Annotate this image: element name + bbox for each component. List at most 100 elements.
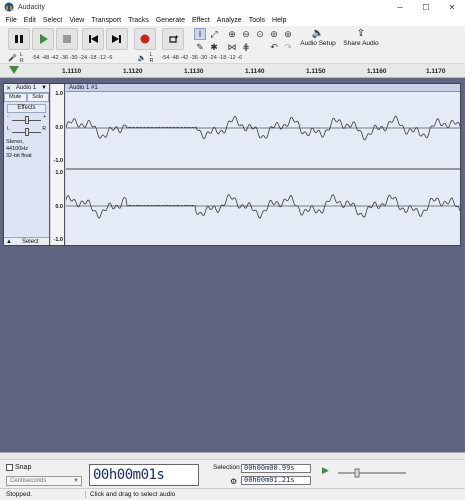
record-meter-lr: L R xyxy=(19,52,24,64)
track-select-bar: ▲ Select xyxy=(4,237,49,245)
time-display[interactable]: 00h00m01s xyxy=(89,464,199,486)
status-hint: Click and drag to select audio xyxy=(90,491,176,498)
gain-slider-thumb[interactable] xyxy=(25,116,29,124)
menu-help[interactable]: Help xyxy=(269,17,290,24)
horizontal-scrollbar[interactable] xyxy=(0,452,465,459)
pan-slider[interactable]: L R xyxy=(7,126,46,137)
track-name: Audio 1 xyxy=(15,85,37,91)
snap-checkbox-box[interactable] xyxy=(6,464,13,471)
gear-icon[interactable]: ⚙ xyxy=(230,477,237,486)
stop-button[interactable] xyxy=(56,28,78,50)
menu-tools[interactable]: Tools xyxy=(245,17,268,24)
play-head-marker-icon[interactable] xyxy=(9,66,19,74)
share-audio-button[interactable]: ⇪ Share Audio xyxy=(342,28,380,47)
envelope-tool-icon[interactable]: ⤢ xyxy=(208,28,220,40)
maximize-button[interactable]: ☐ xyxy=(413,0,439,14)
gain-plus-label: + xyxy=(43,114,46,120)
selection-label: Selection xyxy=(213,464,240,471)
menu-analyze[interactable]: Analyze xyxy=(213,17,245,24)
snap-checkbox[interactable]: Snap xyxy=(6,464,31,471)
menu-effect[interactable]: Effect xyxy=(189,17,214,24)
track-bitdepth: 32-bit float xyxy=(6,153,32,159)
window-title: Audacity xyxy=(18,3,45,11)
scale-top-left: 1.0 xyxy=(55,91,63,97)
record-button[interactable] xyxy=(134,28,156,50)
scale-mid-right: 0.0 xyxy=(55,204,63,210)
menu-generate[interactable]: Generate xyxy=(152,17,188,24)
collapse-arrow-icon[interactable]: ▲ xyxy=(6,239,12,245)
menu-bar: File Edit Select View Transport Tracks G… xyxy=(0,14,465,26)
title-bar: Audacity ─ ☐ ✕ xyxy=(0,0,465,14)
gain-minus-label: - xyxy=(7,114,9,120)
loop-button[interactable] xyxy=(162,28,184,50)
track-name-bar[interactable]: ✕ Audio 1 ▼ xyxy=(4,84,49,93)
audio-setup-button[interactable]: 🔈 Audio Setup xyxy=(300,28,336,47)
pan-slider-thumb[interactable] xyxy=(25,128,29,136)
amplitude-ruler[interactable]: 1.0 0.0 -1.0 1.0 0.0 -1.0 xyxy=(51,84,65,245)
waveform[interactable] xyxy=(66,92,460,245)
play-at-speed-icon[interactable]: ▶ xyxy=(322,465,329,476)
skip-to-start-button[interactable] xyxy=(82,28,104,50)
selection-start-field[interactable]: 00h00m00.99s xyxy=(241,464,311,473)
gain-slider[interactable]: - + xyxy=(7,114,46,125)
menu-view[interactable]: View xyxy=(66,17,88,24)
scale-bottom-right: -1.0 xyxy=(53,237,63,243)
ruler-tick: 1.1170 xyxy=(426,68,446,75)
effects-button[interactable]: Effects xyxy=(7,104,46,113)
share-icon: ⇪ xyxy=(356,28,366,39)
playback-meter-lr: L R xyxy=(149,52,154,64)
ruler-tick: 1.1140 xyxy=(245,68,265,75)
audio-clip[interactable]: Audio 1 #1 xyxy=(66,84,460,245)
menu-tracks[interactable]: Tracks xyxy=(125,17,153,24)
scale-top-right: 1.0 xyxy=(55,170,63,176)
skip-end-icon xyxy=(112,35,121,43)
fit-project-icon[interactable]: ⊚ xyxy=(268,28,280,40)
solo-button[interactable]: Solo xyxy=(26,93,49,102)
zoom-toggle-icon[interactable]: ⊛ xyxy=(282,28,294,40)
playback-speed-slider[interactable] xyxy=(336,467,408,479)
audio-setup-label: Audio Setup xyxy=(300,40,336,47)
menu-transport[interactable]: Transport xyxy=(88,17,125,24)
skip-to-end-button[interactable] xyxy=(106,28,128,50)
ruler-tick: 1.1160 xyxy=(367,68,387,75)
selection-tool-icon[interactable]: I xyxy=(194,28,206,40)
track-info: Stereo, 44100Hz 32-bit float xyxy=(4,137,49,162)
selection-end-field[interactable]: 00h00m01.21s xyxy=(241,476,311,485)
track-control-panel: ✕ Audio 1 ▼ Mute Solo Effects - + L R St… xyxy=(4,84,50,245)
record-meter-scale[interactable]: -54 -48 -42 -36 -30 -24 -18 -12 -6 xyxy=(32,55,124,61)
playback-meter-scale[interactable]: -54 -48 -42 -36 -30 -24 -18 -12 -6 xyxy=(161,55,253,61)
track-close-icon[interactable]: ✕ xyxy=(6,85,11,92)
fit-selection-icon[interactable]: ⊙ xyxy=(254,28,266,40)
dropdown-arrow-icon: ▼ xyxy=(73,478,79,484)
snap-unit-value: Centiseconds xyxy=(10,478,47,484)
menu-file[interactable]: File xyxy=(2,17,20,24)
clip-title[interactable]: Audio 1 #1 xyxy=(66,84,460,92)
ruler-tick: 1.1110 xyxy=(62,68,82,75)
zoom-out-icon[interactable]: ⊖ xyxy=(240,28,252,40)
mute-button[interactable]: Mute xyxy=(4,93,27,102)
track-menu-arrow-icon[interactable]: ▼ xyxy=(41,85,47,91)
select-track-button[interactable]: Select xyxy=(22,239,39,245)
snap-unit-dropdown[interactable]: Centiseconds ▼ xyxy=(6,476,82,486)
close-button[interactable]: ✕ xyxy=(439,0,465,14)
ruler-tick: 1.1130 xyxy=(184,68,204,75)
track-format: Stereo, 44100Hz xyxy=(6,139,29,152)
play-icon xyxy=(40,34,48,44)
scale-bottom-left: -1.0 xyxy=(53,158,63,164)
play-button[interactable] xyxy=(32,28,54,50)
ruler-tick: 1.1120 xyxy=(123,68,143,75)
pause-button[interactable] xyxy=(8,28,30,50)
minimize-button[interactable]: ─ xyxy=(387,0,413,14)
mute-solo-row: Mute Solo xyxy=(4,93,49,102)
pan-left-label: L xyxy=(7,126,10,132)
speaker-small-icon: 🔈 xyxy=(137,55,147,62)
timeline-ruler[interactable]: 1.1110 1.1120 1.1130 1.1140 1.1150 1.116… xyxy=(0,64,465,78)
menu-select[interactable]: Select xyxy=(39,17,65,24)
status-bar: Stopped. Click and drag to select audio xyxy=(0,488,465,500)
loop-icon xyxy=(169,35,178,43)
speaker-icon: 🔈 xyxy=(311,28,325,39)
zoom-in-icon[interactable]: ⊕ xyxy=(226,28,238,40)
selection-toolbar: Snap Centiseconds ▼ 00h00m01s Selection … xyxy=(0,459,465,488)
menu-edit[interactable]: Edit xyxy=(20,17,39,24)
tracks-area[interactable]: ✕ Audio 1 ▼ Mute Solo Effects - + L R St… xyxy=(0,78,465,452)
